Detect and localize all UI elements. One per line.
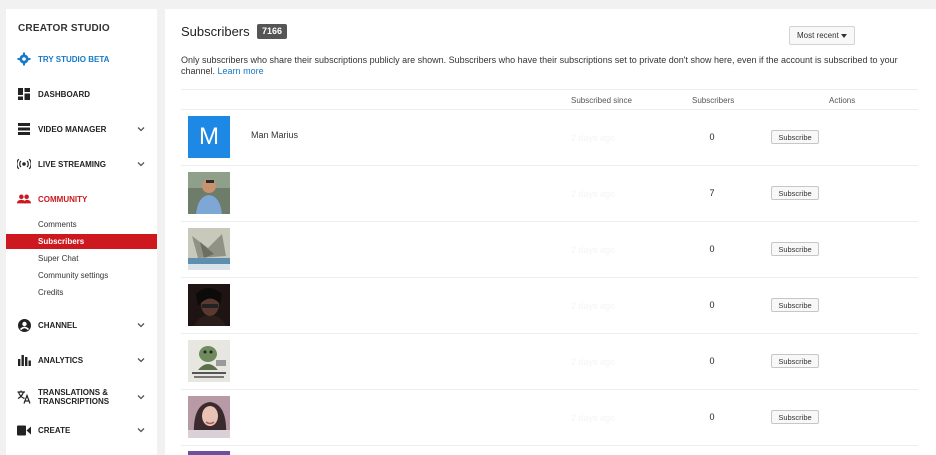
subnav-super-chat[interactable]: Super Chat: [6, 251, 157, 266]
subscriber-count: 0: [709, 356, 715, 366]
subscriber-count: 0: [709, 300, 715, 310]
nav-label: CHANNEL: [38, 320, 78, 330]
main-panel: Subscribers 7166 Most recent Only subscr…: [165, 9, 936, 455]
subscribe-button[interactable]: Subscribe: [771, 298, 819, 312]
subnav-credits[interactable]: Credits: [6, 285, 157, 300]
avatar[interactable]: [188, 340, 230, 382]
nav-label: COMMUNITY: [38, 194, 88, 204]
chevron-down-icon[interactable]: [136, 159, 146, 169]
subscriber-count: 0: [709, 412, 715, 422]
subscribed-since: 2 days ago: [571, 301, 616, 311]
col-subscribers: Subscribers: [692, 96, 735, 105]
sidebar: CREATOR STUDIO TRY STUDIO BETA DASHBOARD…: [6, 9, 157, 455]
caret-down-icon: [841, 34, 847, 38]
avatar: [188, 451, 230, 455]
nav-label: ANALYTICS: [38, 355, 84, 365]
nav-community[interactable]: COMMUNITY: [6, 188, 157, 210]
nav-dashboard[interactable]: DASHBOARD: [6, 83, 157, 105]
description: Only subscribers who share their subscri…: [181, 55, 916, 77]
chevron-down-icon[interactable]: [136, 124, 146, 134]
subnav-subscribers[interactable]: Subscribers: [6, 234, 157, 249]
nav-create[interactable]: CREATE: [6, 419, 157, 441]
video-manager-icon: [17, 122, 31, 136]
table-row: 2 days ago 0 Subscribe: [181, 222, 918, 278]
subnav-community-settings[interactable]: Community settings: [6, 268, 157, 283]
avatar[interactable]: M: [188, 116, 230, 158]
subnav-comments[interactable]: Comments: [6, 217, 157, 232]
translate-icon: [17, 390, 31, 404]
chevron-down-icon[interactable]: [136, 355, 146, 365]
avatar[interactable]: [188, 396, 230, 438]
subscriber-count: 0: [709, 132, 715, 142]
nav-label: CREATE: [38, 425, 71, 435]
chevron-down-icon[interactable]: [136, 320, 146, 330]
nav-label: TRY STUDIO BETA: [38, 54, 110, 64]
nav-translations[interactable]: TRANSLATIONS & TRANSCRIPTIONS: [6, 384, 157, 410]
subscribed-since: 2 days ago: [571, 245, 616, 255]
table-row: 2 days ago 0 Subscribe: [181, 390, 918, 446]
subscribed-since: 2 days ago: [571, 413, 616, 423]
subscriber-count: 7: [709, 188, 715, 198]
nav-video-manager[interactable]: VIDEO MANAGER: [6, 118, 157, 140]
subscribe-button[interactable]: Subscribe: [771, 186, 819, 200]
gear-icon: [17, 52, 31, 66]
subscribe-button[interactable]: Subscribe: [771, 354, 819, 368]
channel-icon: [17, 318, 31, 332]
table-row: 2 days ago 0 Subscribe: [181, 334, 918, 390]
nav-label: DASHBOARD: [38, 89, 90, 99]
nav-channel[interactable]: CHANNEL: [6, 314, 157, 336]
description-text: Only subscribers who share their subscri…: [181, 55, 898, 76]
nav-try-studio-beta[interactable]: TRY STUDIO BETA: [6, 48, 157, 70]
analytics-icon: [17, 353, 31, 367]
nav-live-streaming[interactable]: LIVE STREAMING: [6, 153, 157, 175]
col-subscribed-since: Subscribed since: [571, 96, 632, 105]
nav-analytics[interactable]: ANALYTICS: [6, 349, 157, 371]
col-actions: Actions: [829, 96, 856, 105]
nav-label: LIVE STREAMING: [38, 159, 107, 169]
chevron-down-icon[interactable]: [136, 425, 146, 435]
create-icon: [17, 423, 31, 437]
subscribe-button[interactable]: Subscribe: [771, 410, 819, 424]
subscriber-name[interactable]: Man Marius: [251, 130, 298, 140]
community-icon: [17, 192, 31, 206]
studio-title: CREATOR STUDIO: [18, 23, 110, 34]
divider: [181, 89, 918, 90]
avatar[interactable]: [188, 228, 230, 270]
subscriber-count-badge: 7166: [257, 24, 288, 39]
subscriber-count: 0: [709, 244, 715, 254]
table-row: 2 days ago 0 Subscribe: [181, 278, 918, 334]
chevron-down-icon[interactable]: [136, 392, 146, 402]
nav-label: VIDEO MANAGER: [38, 124, 107, 134]
subscribed-since: 2 days ago: [571, 133, 616, 143]
nav-label: TRANSLATIONS & TRANSCRIPTIONS: [38, 388, 110, 406]
page-title: Subscribers: [181, 24, 250, 39]
dashboard-icon: [17, 87, 31, 101]
subscribe-button[interactable]: Subscribe: [771, 130, 819, 144]
learn-more-link[interactable]: Learn more: [218, 66, 264, 76]
avatar[interactable]: [188, 172, 230, 214]
table-row: 2 days ago 7 Subscribe: [181, 166, 918, 222]
sort-dropdown[interactable]: Most recent: [789, 26, 855, 45]
subscribed-since: 2 days ago: [571, 189, 616, 199]
table-row: M Man Marius 2 days ago 0 Subscribe: [181, 110, 918, 166]
subscribed-since: 2 days ago: [571, 357, 616, 367]
live-streaming-icon: [17, 157, 31, 171]
subscribe-button[interactable]: Subscribe: [771, 242, 819, 256]
avatar[interactable]: [188, 284, 230, 326]
sort-label: Most recent: [797, 31, 839, 40]
